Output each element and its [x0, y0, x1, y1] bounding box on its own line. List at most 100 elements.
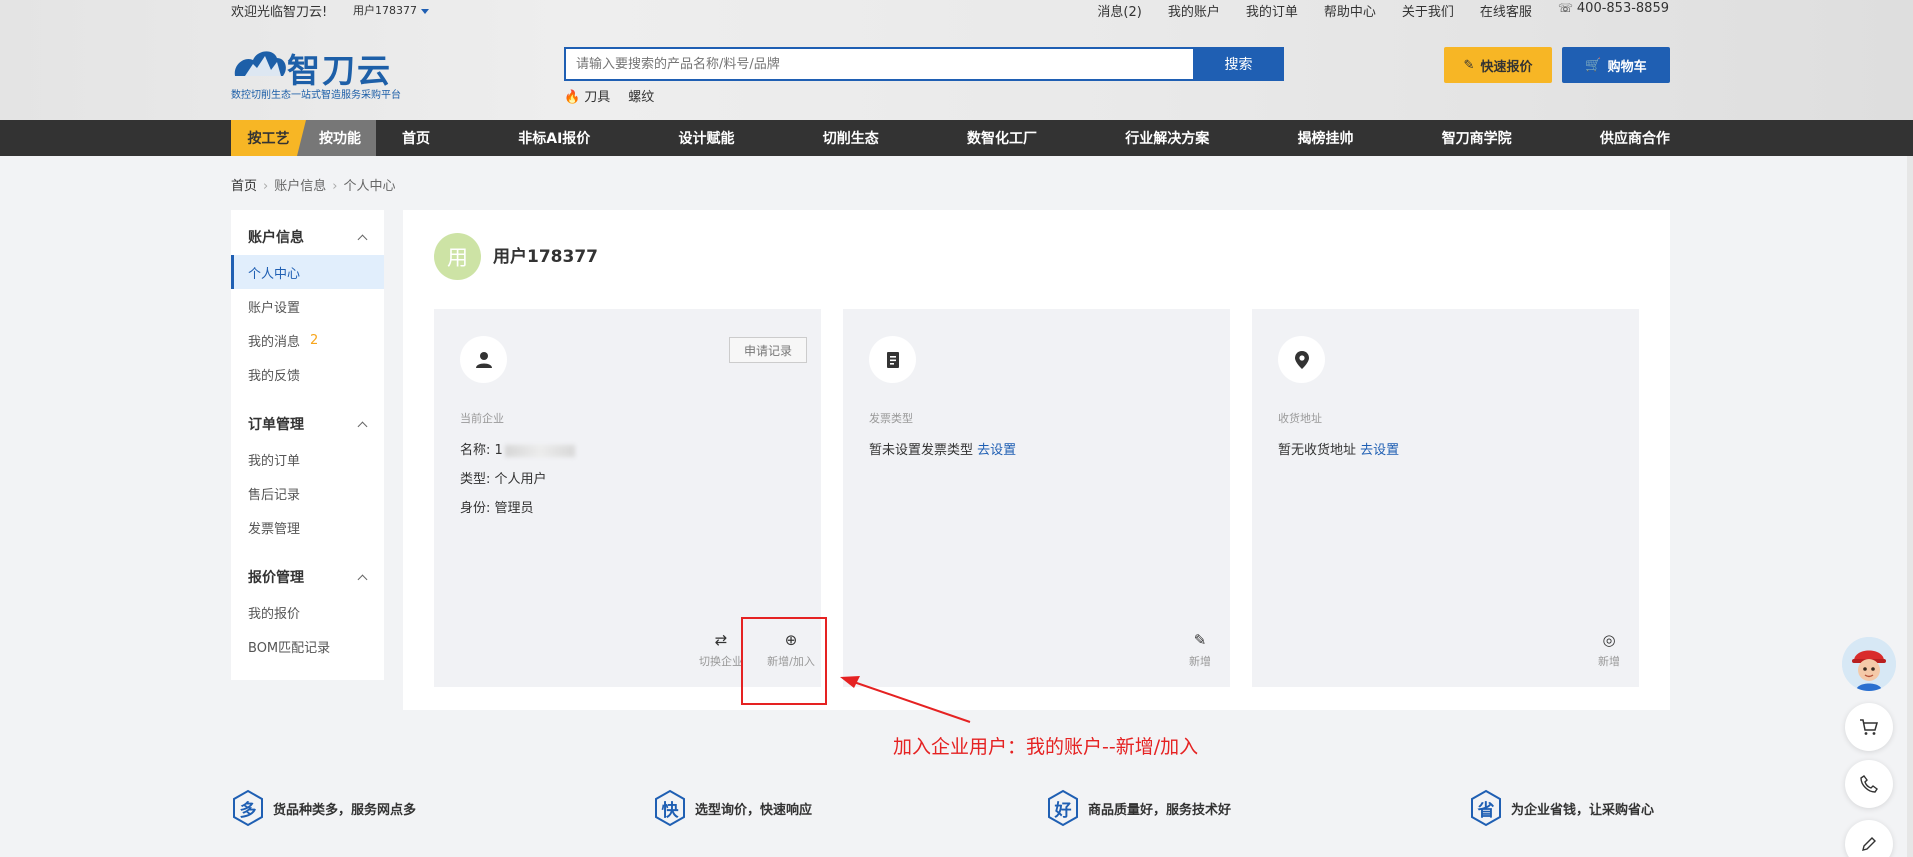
- float-cart-button[interactable]: [1845, 703, 1893, 751]
- top-link-help[interactable]: 帮助中心: [1324, 1, 1376, 20]
- top-link-my-account[interactable]: 我的账户: [1168, 1, 1220, 20]
- avatar: 用: [434, 233, 481, 280]
- float-phone-button[interactable]: [1845, 760, 1893, 808]
- phone-number: 400-853-8859: [1576, 1, 1669, 16]
- nav-tab-function[interactable]: 按功能: [296, 120, 376, 156]
- sidebar-group-account: 账户信息 个人中心 账户设置 我的消息 2 我的反馈: [231, 219, 384, 391]
- top-link-phone[interactable]: ☏ 400-853-8859: [1558, 1, 1669, 20]
- sidebar-item-account-settings[interactable]: 账户设置: [231, 289, 384, 323]
- sidebar-group-header[interactable]: 订单管理: [231, 406, 384, 442]
- nav-item-ai-quote[interactable]: 非标AI报价: [518, 128, 590, 148]
- nav-item-cutting[interactable]: 切削生态: [823, 128, 879, 148]
- sidebar-item-my-messages[interactable]: 我的消息 2: [231, 323, 384, 357]
- nav-items: 首页 非标AI报价 设计赋能 切削生态 数智化工厂 行业解决方案 揭榜挂帅 智刀…: [376, 120, 1670, 156]
- enterprise-card-title: 当前企业: [460, 412, 504, 425]
- nav-item-supplier[interactable]: 供应商合作: [1600, 128, 1670, 148]
- feature-item: 快 选型询价，快速响应: [653, 789, 812, 827]
- sidebar-item-my-quotes[interactable]: 我的报价: [231, 595, 384, 629]
- user-menu[interactable]: 用户178377: [353, 2, 429, 18]
- feature-item: 多 货品种类多，服务网点多: [231, 789, 416, 827]
- person-icon: [460, 336, 507, 383]
- add-address-label: 新增: [1598, 655, 1620, 668]
- location-pin-icon: [1278, 336, 1325, 383]
- site-logo[interactable]: 智刀云 数控切削生态一站式智造服务采购平台: [231, 44, 411, 101]
- enterprise-role-value: 管理员: [494, 501, 534, 516]
- invoice-status-row: 暂未设置发票类型 去设置: [869, 439, 1016, 458]
- sidebar-item-personal-center[interactable]: 个人中心: [231, 255, 384, 289]
- address-status-text: 暂无收货地址: [1278, 443, 1357, 458]
- pencil-outline-icon: [1862, 837, 1876, 851]
- feature-strip: 多 货品种类多，服务网点多 快 选型询价，快速响应 好 商品质量好，服务技术好 …: [231, 789, 1671, 829]
- nav-tab-process[interactable]: 按工艺: [231, 120, 306, 156]
- address-card: 收货地址 暂无收货地址 去设置 ◎ 新增: [1252, 309, 1639, 687]
- quote-doc-icon: ✎: [1463, 57, 1475, 73]
- search-button[interactable]: 搜索: [1193, 47, 1284, 81]
- caret-down-icon: [421, 8, 429, 14]
- enterprise-name-value: 1: [494, 443, 503, 458]
- message-count-badge: 2: [310, 332, 319, 348]
- top-link-about[interactable]: 关于我们: [1402, 1, 1454, 20]
- invoice-card: 发票类型 暂未设置发票类型 去设置 ✎ 新增: [843, 309, 1230, 687]
- address-set-link[interactable]: 去设置: [1360, 443, 1399, 458]
- sidebar-group-header[interactable]: 报价管理: [231, 559, 384, 595]
- feature-char: 省: [1477, 800, 1495, 821]
- nav-item-academy[interactable]: 智刀商学院: [1442, 128, 1512, 148]
- breadcrumb-home[interactable]: 首页: [231, 179, 257, 194]
- hot-word-thread[interactable]: 螺纹: [628, 86, 654, 105]
- phone-outline-icon: [1860, 775, 1878, 793]
- nav-item-home[interactable]: 首页: [402, 128, 430, 148]
- redacted-name-blur: [504, 444, 575, 457]
- sidebar-item-bom-records[interactable]: BOM匹配记录: [231, 629, 384, 663]
- hexagon-badge-icon: 好: [1046, 789, 1080, 827]
- sidebar-item-my-feedback[interactable]: 我的反馈: [231, 357, 384, 391]
- sidebar-item-after-sales[interactable]: 售后记录: [231, 476, 384, 510]
- enterprise-name-label: 名称:: [460, 443, 491, 458]
- invoice-status-text: 暂未设置发票类型: [869, 443, 974, 458]
- hot-words: 🔥 刀具 螺纹: [564, 86, 654, 105]
- feature-char: 好: [1054, 800, 1072, 821]
- sidebar-group-title: 账户信息: [248, 230, 304, 246]
- feature-text: 选型询价，快速响应: [695, 802, 813, 818]
- breadcrumb-current: 个人中心: [343, 179, 396, 194]
- quick-quote-button[interactable]: ✎ 快速报价: [1444, 47, 1552, 83]
- site-header: 欢迎光临智刀云! 用户178377 消息(2) 我的账户 我的订单 帮助中心 关…: [0, 0, 1913, 120]
- cart-button[interactable]: 🛒 购物车: [1562, 47, 1670, 83]
- breadcrumb-account[interactable]: 账户信息: [274, 179, 326, 194]
- invoice-set-link[interactable]: 去设置: [977, 443, 1016, 458]
- hexagon-badge-icon: 快: [653, 789, 687, 827]
- top-link-messages[interactable]: 消息(2): [1097, 1, 1141, 20]
- nav-item-factory[interactable]: 数智化工厂: [967, 128, 1037, 148]
- add-address-button[interactable]: ◎ 新增: [1579, 631, 1639, 669]
- page-scrollbar[interactable]: [1907, 156, 1913, 857]
- address-card-title: 收货地址: [1278, 412, 1322, 425]
- welcome-text: 欢迎光临智刀云!: [231, 5, 328, 20]
- sidebar-group-quotes: 报价管理 我的报价 BOM匹配记录: [231, 559, 384, 663]
- chevron-up-icon: [357, 574, 368, 584]
- sidebar-item-my-orders[interactable]: 我的订单: [231, 442, 384, 476]
- top-link-my-orders[interactable]: 我的订单: [1246, 1, 1298, 20]
- top-bar: 欢迎光临智刀云! 用户178377 消息(2) 我的账户 我的订单 帮助中心 关…: [231, 0, 1669, 20]
- hexagon-badge-icon: 多: [231, 789, 265, 827]
- annotation-text: 加入企业用户：我的账户--新增/加入: [893, 736, 1199, 758]
- nav-item-solutions[interactable]: 行业解决方案: [1125, 128, 1209, 148]
- top-link-online-service[interactable]: 在线客服: [1480, 1, 1532, 20]
- enterprise-type-row: 类型: 个人用户: [460, 468, 547, 487]
- add-invoice-button[interactable]: ✎ 新增: [1170, 631, 1230, 669]
- hot-word-label: 刀具: [584, 90, 611, 105]
- cart-outline-icon: [1860, 719, 1878, 735]
- profile-username: 用户178377: [493, 247, 598, 267]
- enterprise-type-value: 个人用户: [494, 472, 547, 487]
- nav-item-design[interactable]: 设计赋能: [679, 128, 735, 148]
- float-edit-button[interactable]: [1845, 820, 1893, 857]
- sidebar-group-header[interactable]: 账户信息: [231, 219, 384, 255]
- search-input[interactable]: [564, 47, 1194, 81]
- nav-item-challenge[interactable]: 揭榜挂帅: [1297, 128, 1353, 148]
- customer-service-avatar[interactable]: [1842, 637, 1896, 691]
- logo-slogan: 数控切削生态一站式智造服务采购平台: [231, 90, 401, 101]
- address-status-row: 暂无收货地址 去设置: [1278, 439, 1399, 458]
- sidebar-item-invoices[interactable]: 发票管理: [231, 510, 384, 544]
- feature-char: 快: [661, 800, 679, 821]
- breadcrumb: 首页 › 账户信息 › 个人中心: [231, 175, 395, 194]
- apply-records-button[interactable]: 申请记录: [729, 337, 807, 363]
- hot-word-tools[interactable]: 🔥 刀具: [564, 86, 610, 105]
